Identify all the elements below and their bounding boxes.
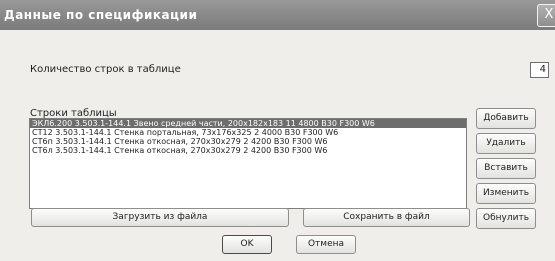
delete-button[interactable]: Удалить	[476, 133, 536, 154]
window-title: Данные по спецификации	[4, 8, 198, 22]
cancel-button[interactable]: Отмена	[296, 235, 356, 254]
save-to-file-button[interactable]: Сохранить в файл	[303, 208, 470, 227]
list-item[interactable]: СТ12 3.503.1-144.1 Стенка портальная, 73…	[30, 128, 466, 137]
close-button[interactable]: X	[537, 4, 555, 27]
add-button[interactable]: Добавить	[476, 108, 536, 129]
list-item[interactable]: СТ6л 3.503.1-144.1 Стенка откосная, 270х…	[30, 146, 466, 155]
insert-button[interactable]: Вставить	[476, 158, 536, 179]
edit-button[interactable]: Изменить	[476, 183, 536, 204]
row-count-label: Количество строк в таблице	[30, 64, 181, 75]
load-from-file-button[interactable]: Загрузить из файла	[31, 208, 289, 227]
ok-button[interactable]: OK	[222, 235, 272, 254]
reset-button[interactable]: Обнулить	[476, 208, 536, 229]
table-rows-listbox[interactable]: ЭКЛ6.200 3.503.1-144.1 Звено средней час…	[29, 118, 467, 209]
row-count-input[interactable]: 4	[530, 62, 549, 78]
list-item[interactable]: СТ6п 3.503.1-144.1 Стенка откосная, 270х…	[30, 137, 466, 146]
list-item[interactable]: ЭКЛ6.200 3.503.1-144.1 Звено средней час…	[30, 119, 466, 128]
title-bar: Данные по спецификации X	[0, 0, 555, 30]
